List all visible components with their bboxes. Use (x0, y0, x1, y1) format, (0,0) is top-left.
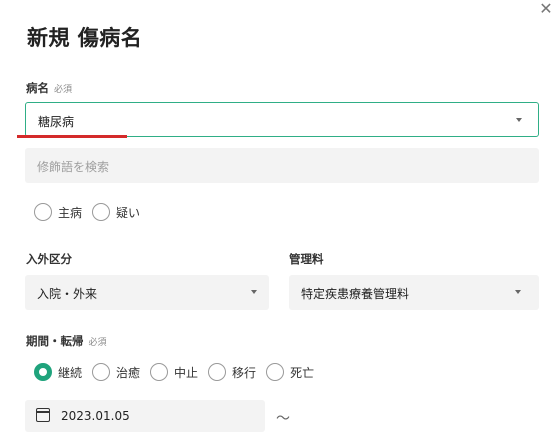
start-date-value: 2023.01.05 (61, 409, 130, 423)
radio-label: 治癒 (116, 365, 141, 380)
management-value: 特定疾患療養管理料 (301, 287, 410, 301)
required-badge: 必須 (88, 338, 107, 348)
start-date-input[interactable]: 2023.01.05 (25, 400, 265, 432)
radio-circle[interactable] (150, 363, 169, 381)
chevron-down-icon (251, 290, 257, 294)
radio-label: 疑い (116, 205, 141, 220)
radio-circle[interactable] (208, 363, 227, 381)
radio-transfer[interactable]: 移行 (208, 363, 256, 381)
required-badge: 必須 (54, 85, 73, 95)
chevron-down-icon (515, 290, 521, 294)
disease-value: 糖尿病 (38, 115, 75, 129)
radio-discontinued[interactable]: 中止 (150, 363, 198, 381)
radio-death[interactable]: 死亡 (266, 363, 314, 381)
modifier-search-placeholder: 修飾語を検索 (37, 160, 110, 174)
radio-continue[interactable]: 継続 (34, 363, 82, 381)
radio-circle[interactable] (266, 363, 285, 381)
chevron-down-icon (516, 118, 522, 122)
date-range-separator: ～ (276, 411, 290, 427)
disease-select[interactable]: 糖尿病 (25, 102, 539, 137)
outcome-radio-group: 継続 治癒 中止 移行 死亡 (34, 363, 324, 381)
radio-label: 主病 (58, 205, 83, 220)
radio-label: 移行 (232, 365, 257, 380)
radio-label: 死亡 (290, 365, 315, 380)
radio-label: 継続 (58, 365, 83, 380)
radio-circle[interactable] (92, 203, 111, 221)
dialog-title: 新規 傷病名 (27, 26, 143, 50)
close-icon[interactable]: ✕ (537, 0, 555, 18)
radio-circle-checked[interactable] (34, 363, 52, 381)
modifier-search-input[interactable]: 修飾語を検索 (25, 148, 539, 183)
disease-label-text: 病名 (26, 81, 49, 95)
calendar-icon (35, 408, 50, 422)
period-label: 期間・転帰 必須 (26, 333, 107, 349)
disease-label: 病名 必須 (26, 80, 72, 96)
red-underline-annotation (17, 135, 127, 138)
radio-circle[interactable] (92, 363, 111, 381)
management-label: 管理料 (289, 252, 324, 266)
radio-cured[interactable]: 治癒 (92, 363, 140, 381)
inout-label: 入外区分 (26, 252, 72, 266)
management-select[interactable]: 特定疾患療養管理料 (289, 275, 539, 310)
period-label-text: 期間・転帰 (26, 334, 84, 348)
radio-label: 中止 (174, 365, 199, 380)
inout-select[interactable]: 入院・外来 (25, 275, 269, 310)
radio-suspected[interactable]: 疑い (92, 203, 140, 221)
disease-type-radio-group: 主病 疑い (34, 203, 150, 221)
radio-circle[interactable] (34, 203, 52, 221)
radio-main-disease[interactable]: 主病 (34, 203, 82, 221)
inout-value: 入院・外来 (37, 287, 98, 301)
